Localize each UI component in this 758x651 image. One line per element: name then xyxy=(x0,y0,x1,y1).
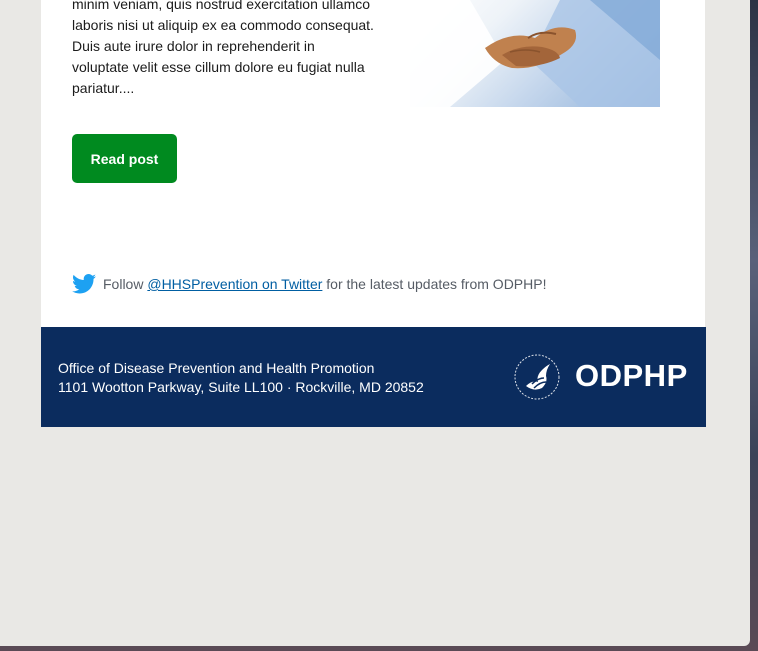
read-post-button[interactable]: Read post xyxy=(72,134,177,183)
excerpt-line: voluptate velit esse cillum dolore eu fu… xyxy=(72,59,365,75)
hhs-seal-icon[interactable] xyxy=(512,352,562,402)
post-excerpt: minim veniam, quis nostrud exercitation … xyxy=(72,0,402,99)
footer-address-block: Office of Disease Prevention and Health … xyxy=(58,359,424,397)
email-viewer-window: minim veniam, quis nostrud exercitation … xyxy=(0,0,750,646)
excerpt-line: pariatur.... xyxy=(72,80,135,96)
twitter-icon[interactable] xyxy=(72,274,96,294)
handshake-photo[interactable] xyxy=(410,0,660,107)
twitter-link[interactable]: @HHSPrevention on Twitter xyxy=(147,276,322,292)
excerpt-line: Duis aute irure dolor in reprehenderit i… xyxy=(72,38,315,54)
newsletter-footer: Office of Disease Prevention and Health … xyxy=(41,327,706,427)
odphp-logo[interactable]: ODPHP xyxy=(575,357,688,395)
excerpt-line: minim veniam, quis nostrud exercitation … xyxy=(72,0,371,12)
twitter-prefix: Follow xyxy=(103,276,144,292)
footer-address: 1101 Wootton Parkway, Suite LL100 · Rock… xyxy=(58,379,424,395)
excerpt-line: laboris nisi ut aliquip ex ea commodo co… xyxy=(72,17,374,33)
newsletter-body: minim veniam, quis nostrud exercitation … xyxy=(41,0,705,327)
twitter-suffix: for the latest updates from ODPHP! xyxy=(326,276,547,292)
twitter-follow-line: Follow @HHSPrevention on Twitter for the… xyxy=(72,274,547,294)
handshake-illustration xyxy=(410,0,660,107)
footer-org-name: Office of Disease Prevention and Health … xyxy=(58,360,375,376)
